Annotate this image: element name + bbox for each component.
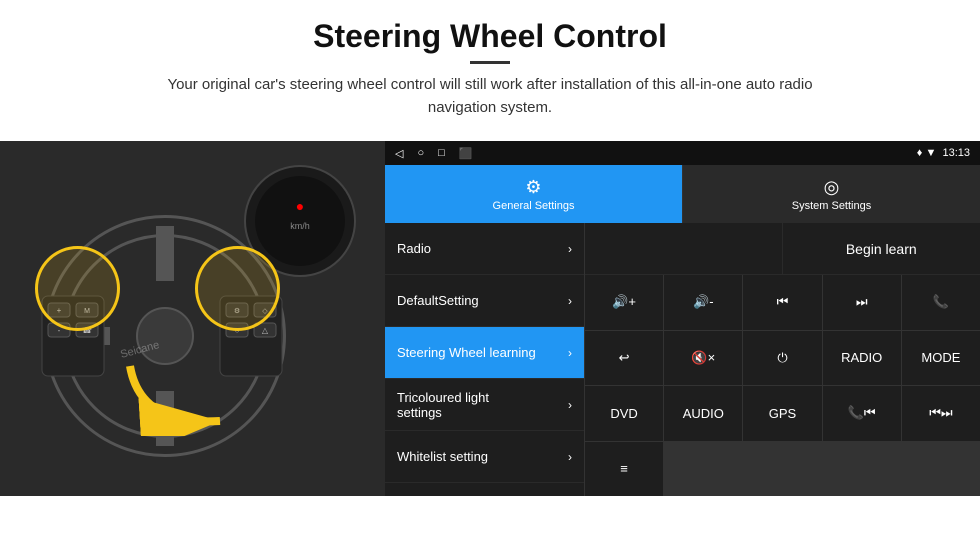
- tab-system[interactable]: ◎ System Settings: [682, 165, 980, 223]
- prev-button[interactable]: ⏮: [743, 275, 821, 330]
- dvd-label: DVD: [610, 406, 637, 421]
- vol-down-icon: 🔊-: [693, 294, 714, 310]
- menu-steering-label: Steering Wheel learning: [397, 345, 536, 360]
- car-image-bg: ● km/h + M: [0, 141, 385, 496]
- menu-tricoloured-label: Tricoloured lightsettings: [397, 390, 489, 420]
- car-image-section: ● km/h + M: [0, 141, 385, 496]
- recents-icon[interactable]: □: [438, 147, 445, 160]
- main-content: Radio › DefaultSetting › Steering Wheel …: [385, 223, 980, 496]
- call-prev-button[interactable]: 📞⏮: [823, 386, 901, 441]
- tab-system-label: System Settings: [792, 200, 871, 212]
- call-prev-icon: 📞⏮: [848, 405, 876, 421]
- home-icon[interactable]: ○: [417, 147, 424, 160]
- subtitle-text: Your original car's steering wheel contr…: [140, 74, 840, 119]
- audio-label: AUDIO: [683, 406, 724, 421]
- menu-default-label: DefaultSetting: [397, 293, 479, 308]
- tab-general[interactable]: ⚙ General Settings: [385, 165, 682, 223]
- begin-learn-button[interactable]: Begin learn: [830, 233, 933, 265]
- menu-whitelist-arrow: ›: [568, 450, 572, 464]
- menu-radio-arrow: ›: [568, 242, 572, 256]
- android-ui-section: ◁ ○ □ ⬛ ♦ ▼ 13:13 ⚙ General Settings ◎ S…: [385, 141, 980, 496]
- right-top-right: Begin learn: [783, 223, 980, 274]
- gps-button[interactable]: GPS: [743, 386, 821, 441]
- menu-default-arrow: ›: [568, 294, 572, 308]
- vol-down-button[interactable]: 🔊-: [664, 275, 742, 330]
- menu-item-radio[interactable]: Radio ›: [385, 223, 584, 275]
- right-top-left: [585, 223, 783, 274]
- next-icon: ⏭: [856, 294, 868, 310]
- power-button[interactable]: ⏻: [743, 331, 821, 386]
- skip-icon: ⏮⏭: [929, 405, 952, 421]
- menu-item-default[interactable]: DefaultSetting ›: [385, 275, 584, 327]
- screenshot-icon[interactable]: ⬛: [459, 147, 473, 160]
- call-icon: 📞: [933, 294, 949, 310]
- mute-button[interactable]: 🔇×: [664, 331, 742, 386]
- mode-label: MODE: [921, 350, 960, 365]
- menu-item-whitelist[interactable]: Whitelist setting ›: [385, 431, 584, 483]
- next-button[interactable]: ⏭: [823, 275, 901, 330]
- menu-whitelist-label: Whitelist setting: [397, 449, 488, 464]
- mute-icon: 🔇×: [691, 350, 715, 366]
- tab-general-label: General Settings: [493, 200, 575, 212]
- mode-button[interactable]: MODE: [902, 331, 980, 386]
- radio-btn[interactable]: RADIO: [823, 331, 901, 386]
- prev-icon: ⏮: [777, 294, 789, 310]
- tab-bar: ⚙ General Settings ◎ System Settings: [385, 165, 980, 223]
- dvd-button[interactable]: DVD: [585, 386, 663, 441]
- content-row: ● km/h + M: [0, 141, 980, 496]
- title-divider: [470, 61, 510, 64]
- power-icon: ⏻: [777, 350, 787, 366]
- vol-up-icon: 🔊+: [612, 294, 636, 310]
- system-settings-icon: ◎: [824, 177, 840, 198]
- svg-text:△: △: [262, 326, 269, 335]
- menu-item-steering[interactable]: Steering Wheel learning ›: [385, 327, 584, 379]
- page-title: Steering Wheel Control: [40, 18, 940, 55]
- skip-button[interactable]: ⏮⏭: [902, 386, 980, 441]
- right-top-row: Begin learn: [585, 223, 980, 275]
- page-container: Steering Wheel Control Your original car…: [0, 0, 980, 496]
- back-icon[interactable]: ◁: [395, 147, 403, 160]
- menu-item-tricoloured[interactable]: Tricoloured lightsettings ›: [385, 379, 584, 431]
- status-bar: ◁ ○ □ ⬛ ♦ ▼ 13:13: [385, 141, 980, 165]
- right-panel: Begin learn 🔊+ 🔊- ⏮: [585, 223, 980, 496]
- left-menu: Radio › DefaultSetting › Steering Wheel …: [385, 223, 585, 496]
- status-bar-left: ◁ ○ □ ⬛: [395, 147, 472, 160]
- call-button[interactable]: 📞: [902, 275, 980, 330]
- circle-left: [35, 246, 120, 331]
- menu-radio-label: Radio: [397, 241, 431, 256]
- vol-up-button[interactable]: 🔊+: [585, 275, 663, 330]
- header-section: Steering Wheel Control Your original car…: [0, 0, 980, 141]
- back-call-icon: ↩: [619, 350, 630, 366]
- status-time: ♦ ▼ 13:13: [917, 147, 970, 159]
- svg-text:●: ●: [296, 198, 304, 214]
- general-settings-icon: ⚙: [525, 177, 541, 198]
- gps-label: GPS: [769, 406, 796, 421]
- menu-icon: ≡: [620, 461, 628, 476]
- audio-button[interactable]: AUDIO: [664, 386, 742, 441]
- radio-label: RADIO: [841, 350, 882, 365]
- arrow-svg: [120, 356, 240, 436]
- menu-steering-arrow: ›: [568, 346, 572, 360]
- control-grid: 🔊+ 🔊- ⏮ ⏭ 📞: [585, 275, 980, 496]
- back-button[interactable]: ↩: [585, 331, 663, 386]
- menu-btn[interactable]: ≡: [585, 442, 663, 497]
- menu-tricoloured-arrow: ›: [568, 398, 572, 412]
- circle-right: [195, 246, 280, 331]
- svg-text:km/h: km/h: [290, 221, 310, 231]
